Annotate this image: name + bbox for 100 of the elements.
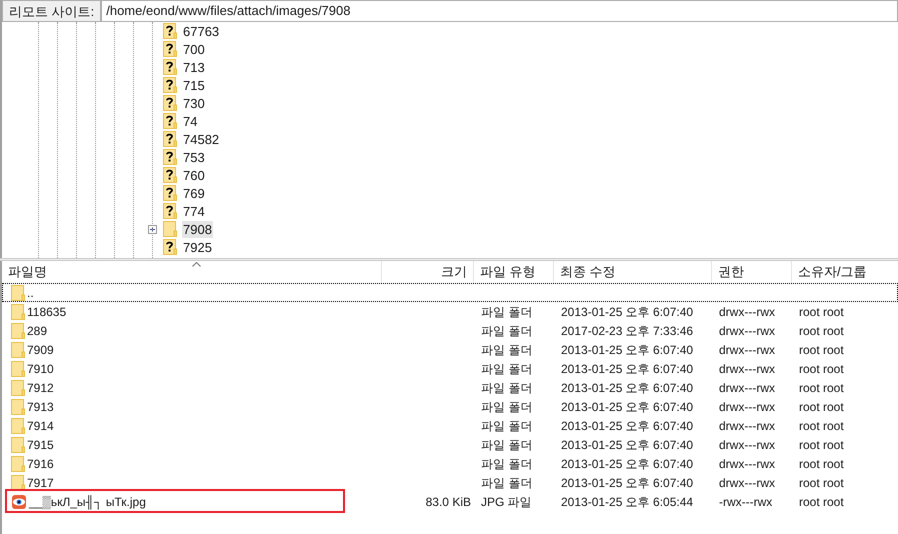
column-header[interactable]: 소유자/그룹	[792, 261, 898, 283]
tree-item[interactable]: 74582	[182, 130, 220, 148]
tree-item[interactable]: 753	[182, 148, 206, 166]
file-name[interactable]: 7917	[27, 474, 54, 492]
file-name[interactable]: 7913	[27, 398, 54, 416]
owner-group: root root	[799, 476, 844, 490]
address-field[interactable]: /home/eond/www/files/attach/images/7908	[101, 0, 898, 22]
modified-date: 2013-01-25 오후 6:07:40	[561, 476, 694, 490]
tree-item[interactable]: 700	[182, 40, 206, 58]
tree-item[interactable]: 74	[182, 112, 198, 130]
question-folder-icon	[163, 185, 177, 201]
permissions: drwx---rwx	[719, 476, 775, 490]
owner-group: root root	[799, 495, 844, 509]
folder-icon	[163, 221, 177, 237]
file-type: JPG 파일	[481, 495, 532, 509]
tree-item[interactable]: 67763	[182, 22, 220, 40]
question-folder-icon	[163, 95, 177, 111]
permissions: drwx---rwx	[719, 343, 775, 357]
owner-group: root root	[799, 419, 844, 433]
column-header[interactable]: 파일명	[2, 261, 382, 283]
permissions: -rwx---rwx	[719, 495, 772, 509]
question-folder-icon	[163, 131, 177, 147]
file-type: 파일 폴더	[481, 400, 532, 414]
tree-item[interactable]: 715	[182, 76, 206, 94]
folder-icon	[11, 380, 25, 396]
owner-group: root root	[799, 343, 844, 357]
permissions: drwx---rwx	[719, 438, 775, 452]
question-folder-icon	[163, 149, 177, 165]
column-header[interactable]: 크기	[382, 261, 474, 283]
permissions: drwx---rwx	[719, 305, 775, 319]
sort-caret-icon	[192, 262, 201, 267]
owner-group: root root	[799, 400, 844, 414]
file-type: 파일 폴더	[481, 457, 532, 471]
modified-date: 2017-02-23 오후 7:33:46	[561, 324, 694, 338]
question-folder-icon	[163, 59, 177, 75]
tree-item[interactable]: 7925	[182, 238, 213, 256]
folder-icon	[11, 342, 25, 358]
file-type: 파일 폴더	[481, 362, 532, 376]
column-header[interactable]: 최종 수정	[554, 261, 712, 283]
tree-item[interactable]: 769	[182, 184, 206, 202]
file-name[interactable]: 118635	[27, 303, 66, 321]
owner-group: root root	[799, 381, 844, 395]
column-header[interactable]: 파일 유형	[474, 261, 554, 283]
file-name[interactable]: 7915	[27, 436, 54, 454]
question-folder-icon	[163, 167, 177, 183]
question-folder-icon	[163, 41, 177, 57]
permissions: drwx---rwx	[719, 400, 775, 414]
folder-icon	[11, 437, 25, 453]
file-size: 83.0 KiB	[426, 495, 471, 509]
folder-icon	[11, 456, 25, 472]
file-name[interactable]: ..	[27, 284, 34, 302]
file-type: 파일 폴더	[481, 419, 532, 433]
modified-date: 2013-01-25 오후 6:07:40	[561, 362, 694, 376]
tree-item[interactable]: 7908	[182, 220, 213, 238]
modified-date: 2013-01-25 오후 6:05:44	[561, 495, 694, 509]
question-folder-icon	[163, 239, 177, 255]
address-label: 리모트 사이트:	[2, 0, 102, 22]
permissions: drwx---rwx	[719, 457, 775, 471]
tree-item[interactable]: 774	[182, 202, 206, 220]
folder-icon	[11, 285, 25, 301]
folder-icon	[11, 361, 25, 377]
expand-icon[interactable]	[148, 224, 156, 234]
permissions: drwx---rwx	[719, 419, 775, 433]
permissions: drwx---rwx	[719, 324, 775, 338]
owner-group: root root	[799, 457, 844, 471]
owner-group: root root	[799, 305, 844, 319]
modified-date: 2013-01-25 오후 6:07:40	[561, 419, 694, 433]
question-folder-icon	[163, 23, 177, 39]
modified-date: 2013-01-25 오후 6:07:40	[561, 457, 694, 471]
file-type: 파일 폴더	[481, 381, 532, 395]
question-folder-icon	[163, 77, 177, 93]
eye-icon	[11, 494, 27, 510]
file-name[interactable]: 7910	[27, 360, 54, 378]
question-folder-icon	[163, 113, 177, 129]
permissions: drwx---rwx	[719, 381, 775, 395]
file-name[interactable]: 7912	[27, 379, 54, 397]
folder-icon	[11, 323, 25, 339]
column-header[interactable]: 권한	[712, 261, 792, 283]
tree-item[interactable]: 730	[182, 94, 206, 112]
focused-row[interactable]: ..	[2, 283, 898, 302]
file-name[interactable]: 7914	[27, 417, 54, 435]
file-name[interactable]: 7916	[27, 455, 54, 473]
owner-group: root root	[799, 362, 844, 376]
file-name[interactable]: __▒ькЛ_ы╢┐ ыТк.jpg	[29, 493, 146, 511]
folder-icon	[11, 304, 25, 320]
file-type: 파일 폴더	[481, 324, 532, 338]
modified-date: 2013-01-25 오후 6:07:40	[561, 305, 694, 319]
modified-date: 2013-01-25 오후 6:07:40	[561, 381, 694, 395]
file-name[interactable]: 289	[27, 322, 48, 340]
modified-date: 2013-01-25 오후 6:07:40	[561, 438, 694, 452]
tree-item[interactable]: 713	[182, 58, 206, 76]
file-type: 파일 폴더	[481, 343, 532, 357]
file-type: 파일 폴더	[481, 438, 532, 452]
file-name[interactable]: 7909	[27, 341, 54, 359]
permissions: drwx---rwx	[719, 362, 775, 376]
folder-icon	[11, 418, 25, 434]
modified-date: 2013-01-25 오후 6:07:40	[561, 343, 694, 357]
modified-date: 2013-01-25 오후 6:07:40	[561, 400, 694, 414]
tree-item[interactable]: 760	[182, 166, 206, 184]
file-type: 파일 폴더	[481, 305, 532, 319]
